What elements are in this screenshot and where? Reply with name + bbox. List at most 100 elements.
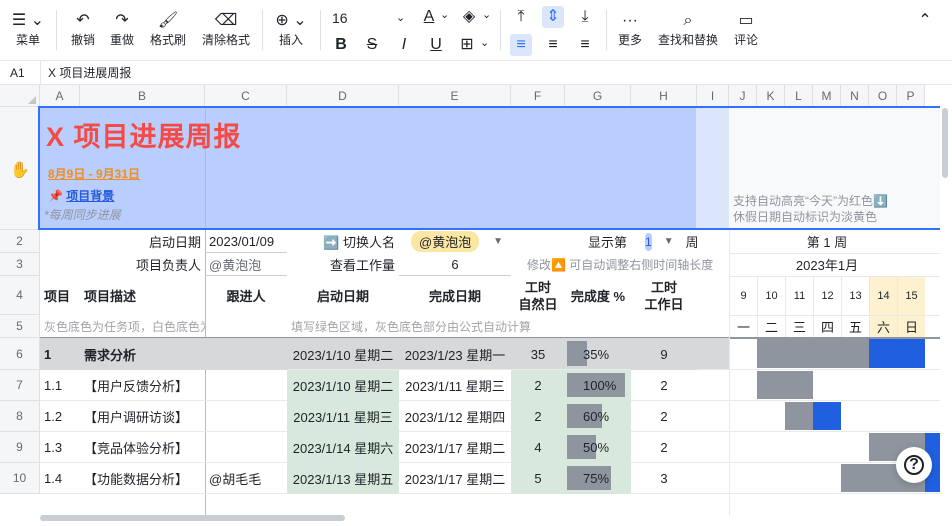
task-work-days[interactable]: 2 — [631, 370, 697, 401]
row-header[interactable]: 5 — [0, 315, 40, 338]
task-id[interactable]: 1.1 — [40, 370, 80, 401]
find-replace-button[interactable]: ⌕ 查找和替换 — [654, 10, 722, 48]
task-work-days[interactable]: 2 — [631, 401, 697, 432]
row-header[interactable]: 6 — [0, 338, 40, 370]
help-button[interactable]: ? — [896, 447, 932, 483]
task-natural-days[interactable]: 35 — [511, 338, 565, 370]
task-natural-days[interactable]: 4 — [511, 432, 565, 463]
task-progress[interactable]: 50% — [565, 432, 631, 463]
task-end[interactable]: 2023/1/11 星期三 — [399, 370, 511, 401]
row-header[interactable]: 9 — [0, 432, 40, 463]
align-top-button[interactable]: ⤒ — [510, 6, 532, 28]
task-follower[interactable] — [205, 432, 287, 463]
task-follower[interactable] — [205, 401, 287, 432]
vertical-scrollbar[interactable] — [942, 108, 948, 178]
task-follower[interactable] — [205, 338, 287, 370]
collapse-toolbar-button[interactable]: ⌃ — [914, 10, 936, 32]
switch-person-select[interactable]: @黄泡泡 ▼ — [399, 230, 511, 253]
italic-button[interactable]: I — [393, 34, 415, 56]
task-id[interactable]: 1.3 — [40, 432, 80, 463]
task-name[interactable]: 【用户调研访谈】 — [80, 401, 205, 432]
column-header[interactable]: M — [813, 85, 841, 107]
task-progress[interactable]: 60% — [565, 401, 631, 432]
column-header[interactable]: I — [697, 85, 729, 107]
workload-value[interactable]: 6 — [399, 253, 511, 276]
task-start[interactable]: 2023/1/14 星期六 — [287, 432, 399, 463]
column-header[interactable]: G — [565, 85, 631, 107]
task-start[interactable]: 2023/1/11 星期三 — [287, 401, 399, 432]
border-button[interactable]: ⊞ — [456, 34, 478, 56]
align-right-button[interactable]: ≡ — [574, 34, 596, 56]
comment-button[interactable]: ▭ 评论 — [730, 10, 762, 48]
task-end[interactable]: 2023/1/23 星期一 — [399, 338, 511, 370]
display-week-select[interactable]: 1 ▼ 周 — [631, 230, 697, 253]
task-progress[interactable]: 100% — [565, 370, 631, 401]
font-size-select[interactable]: 16 ⌄ — [332, 8, 408, 28]
row-header[interactable]: 10 — [0, 463, 40, 494]
row-header[interactable]: 4 — [0, 276, 40, 315]
bold-button[interactable]: B — [330, 34, 352, 56]
align-bottom-button[interactable]: ⤓ — [574, 6, 596, 28]
task-start[interactable]: 2023/1/13 星期五 — [287, 463, 399, 494]
column-header[interactable]: H — [631, 85, 697, 107]
column-header[interactable]: E — [399, 85, 511, 107]
horizontal-scrollbar[interactable] — [40, 515, 345, 521]
task-id[interactable]: 1 — [40, 338, 80, 370]
row-header[interactable]: 2 — [0, 230, 40, 253]
task-end[interactable]: 2023/1/12 星期四 — [399, 401, 511, 432]
column-header[interactable]: C — [205, 85, 287, 107]
spreadsheet-grid[interactable]: ABCDEFGHIJKLMNOP 1 2 3 4 5 6 7 8 9 10 X 项目进展周报 8月… — [0, 85, 940, 515]
task-progress[interactable]: 75% — [565, 463, 631, 494]
task-follower[interactable]: @胡毛毛 — [205, 463, 287, 494]
column-header[interactable]: L — [785, 85, 813, 107]
row-header[interactable]: 8 — [0, 401, 40, 432]
task-follower[interactable] — [205, 370, 287, 401]
task-progress[interactable]: 35% — [565, 338, 631, 370]
select-all-corner[interactable] — [0, 85, 40, 107]
column-header[interactable]: J — [729, 85, 757, 107]
task-work-days[interactable]: 3 — [631, 463, 697, 494]
strikethrough-button[interactable]: S — [361, 34, 383, 56]
task-name[interactable]: 【竞品体验分析】 — [80, 432, 205, 463]
task-natural-days[interactable]: 5 — [511, 463, 565, 494]
task-start[interactable]: 2023/1/10 星期二 — [287, 370, 399, 401]
align-left-button[interactable]: ≡ — [510, 34, 532, 56]
background-link[interactable]: 📌 项目背景 — [48, 187, 114, 204]
column-header[interactable]: K — [757, 85, 785, 107]
align-middle-button[interactable]: ⇕ — [542, 6, 564, 28]
underline-button[interactable]: U — [425, 34, 447, 56]
task-end[interactable]: 2023/1/17 星期二 — [399, 463, 511, 494]
column-header[interactable]: D — [287, 85, 399, 107]
row-header[interactable]: 7 — [0, 370, 40, 401]
column-header[interactable]: A — [40, 85, 80, 107]
insert-button[interactable]: ⊕ ⌄ 插入 — [272, 10, 310, 48]
owner-value[interactable]: @黄泡泡 — [205, 253, 287, 276]
start-date-value[interactable]: 2023/01/09 — [205, 230, 287, 253]
more-button[interactable]: ··· 更多 — [614, 10, 646, 48]
task-name[interactable]: 【功能数据分析】 — [80, 463, 205, 494]
clear-format-button[interactable]: ⌫ 清除格式 — [198, 10, 254, 48]
task-natural-days[interactable]: 2 — [511, 370, 565, 401]
column-header[interactable]: P — [897, 85, 925, 107]
fill-color-button[interactable]: ◈ — [458, 6, 480, 28]
menu-button[interactable]: ☰ ⌄ 菜单 — [8, 10, 48, 48]
task-work-days[interactable]: 2 — [631, 432, 697, 463]
cell-reference[interactable]: A1 — [10, 61, 40, 85]
task-id[interactable]: 1.4 — [40, 463, 80, 494]
text-color-button[interactable]: A — [418, 6, 440, 28]
undo-button[interactable]: ↶ 撤销 — [66, 10, 100, 48]
format-painter-button[interactable]: 🖌 格式刷 — [146, 10, 190, 48]
task-work-days[interactable]: 9 — [631, 338, 697, 370]
task-natural-days[interactable]: 2 — [511, 401, 565, 432]
task-end[interactable]: 2023/1/17 星期二 — [399, 432, 511, 463]
column-header[interactable]: F — [511, 85, 565, 107]
formula-input[interactable]: X 项目进展周报 — [48, 61, 131, 85]
column-header[interactable]: O — [869, 85, 897, 107]
column-header[interactable]: N — [841, 85, 869, 107]
align-center-button[interactable]: ≡ — [542, 34, 564, 56]
column-header[interactable]: B — [80, 85, 205, 107]
task-name[interactable]: 【用户反馈分析】 — [80, 370, 205, 401]
task-id[interactable]: 1.2 — [40, 401, 80, 432]
task-start[interactable]: 2023/1/10 星期二 — [287, 338, 399, 370]
redo-button[interactable]: ↷ 重做 — [105, 10, 139, 48]
